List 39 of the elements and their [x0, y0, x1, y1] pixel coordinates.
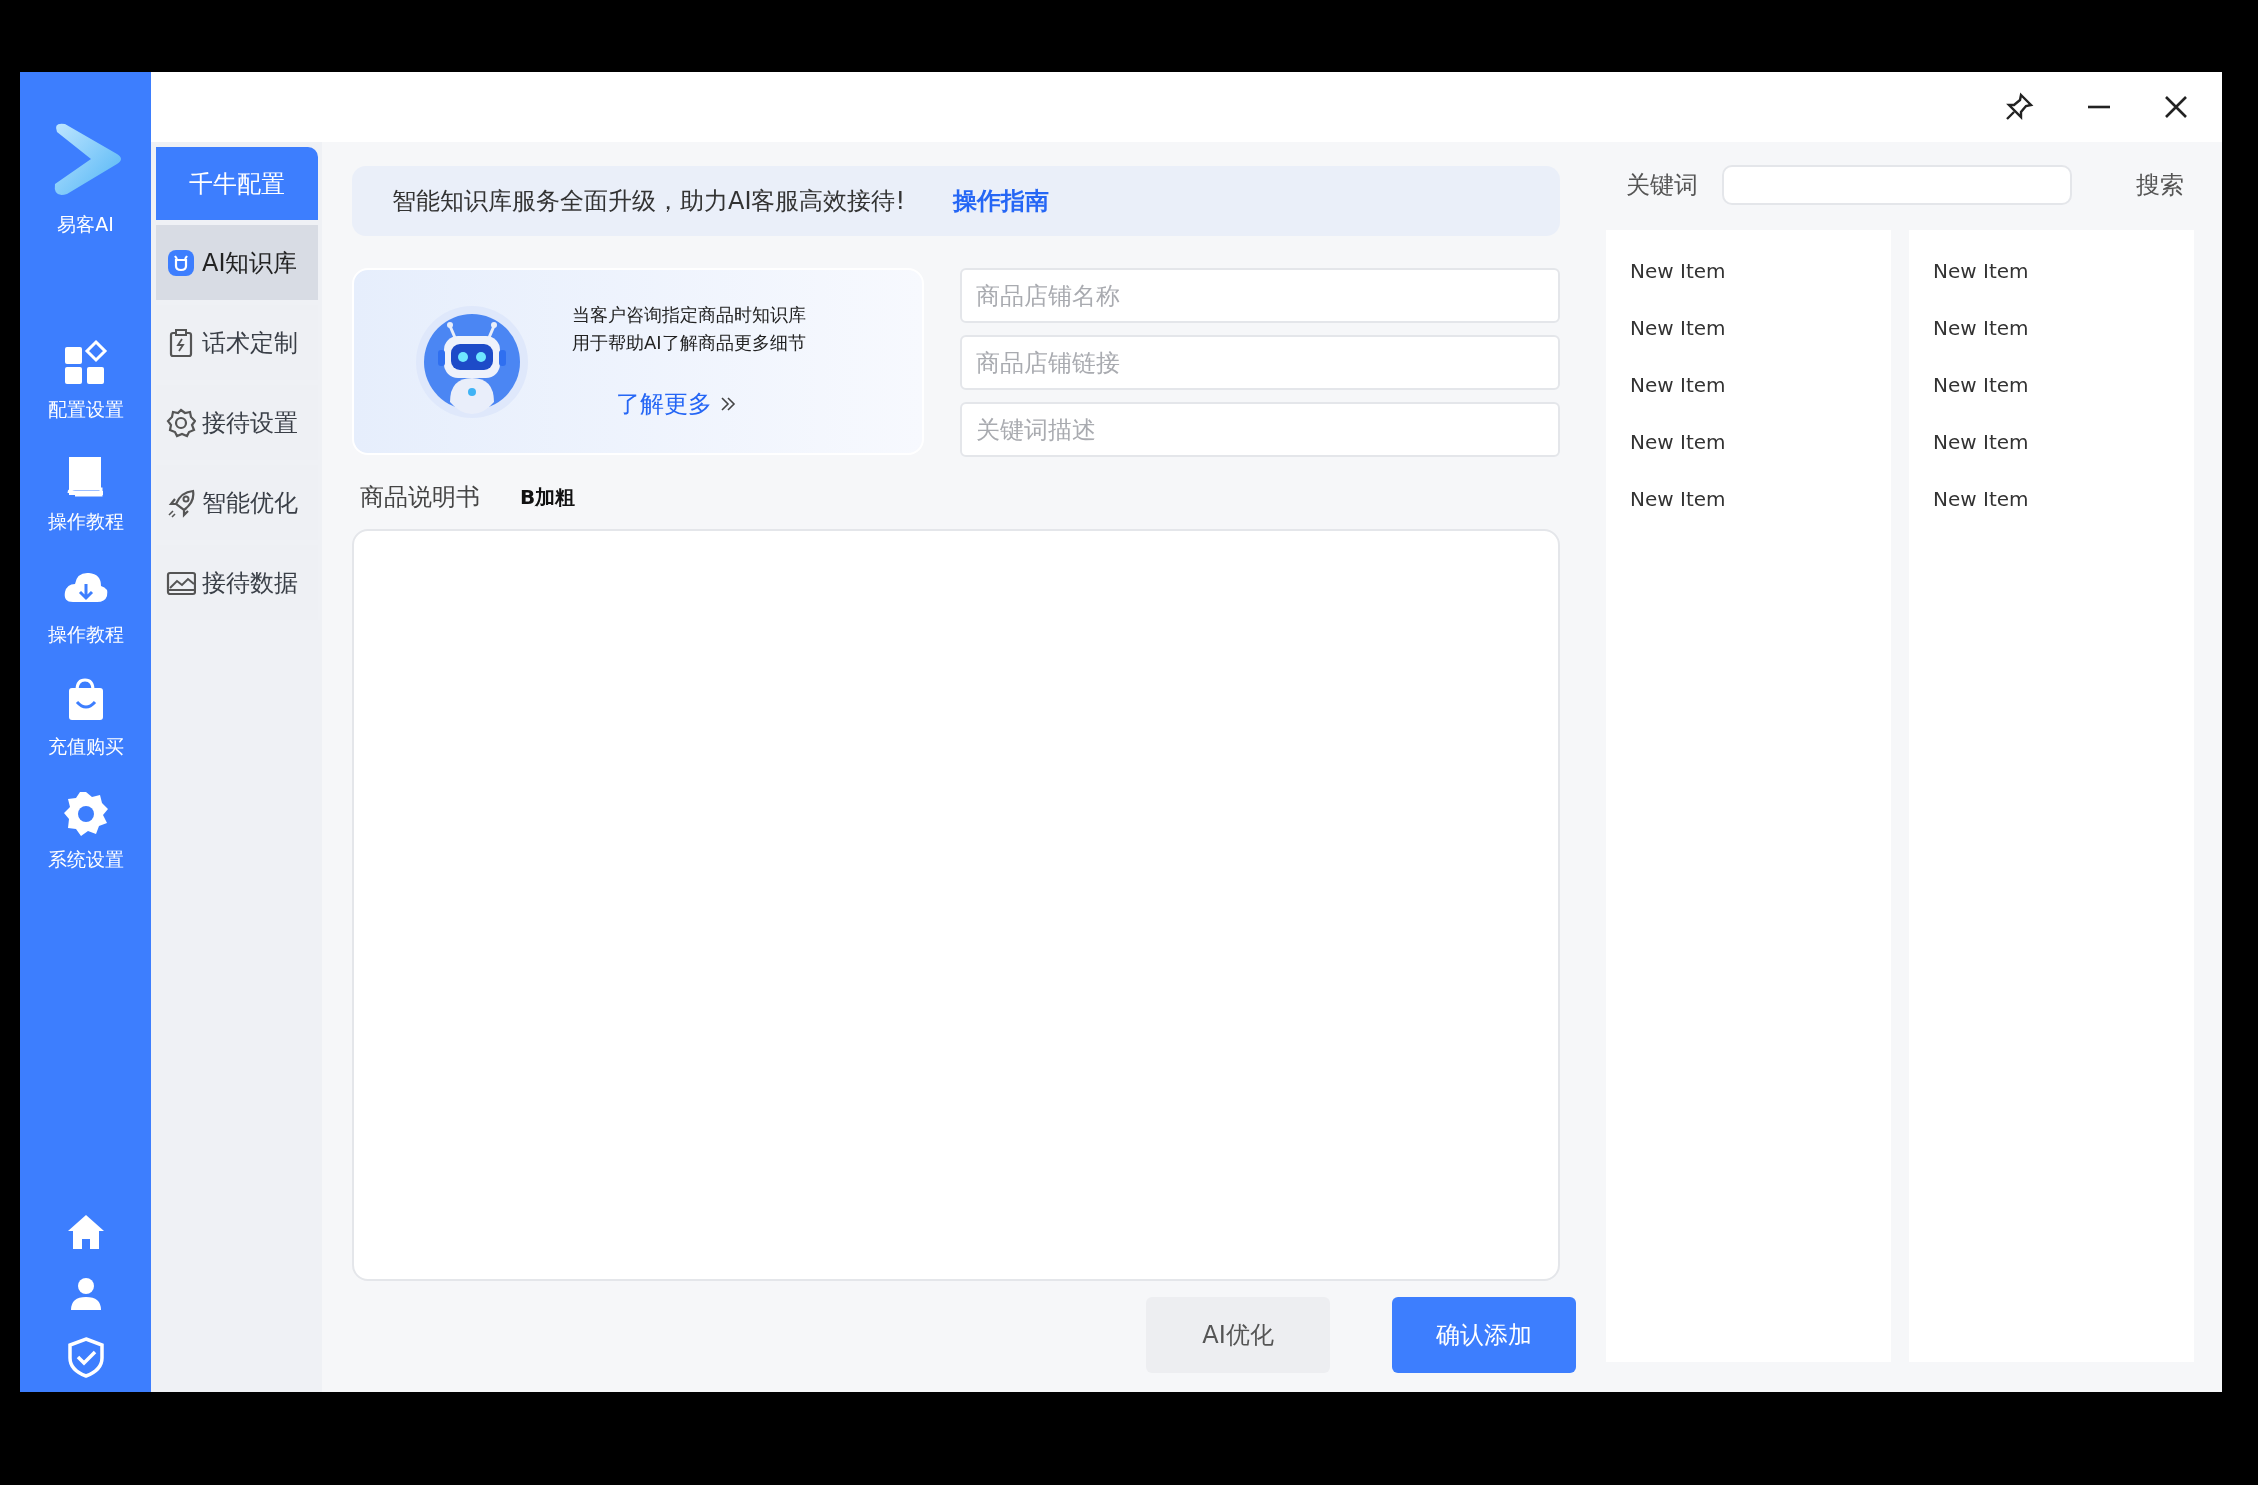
info-text: 当客户咨询指定商品时知识库用于帮助AI了解商品更多细节 — [572, 302, 807, 355]
app-name: 易客AI — [57, 212, 114, 237]
guide-link[interactable]: 操作指南 — [953, 183, 1050, 219]
search-button[interactable]: 搜索 — [2130, 166, 2190, 204]
list-item[interactable]: New Item — [1606, 356, 1891, 413]
list-item[interactable]: New Item — [1909, 413, 2194, 470]
list-item[interactable]: New Item — [1606, 299, 1891, 356]
rail-label[interactable]: 系统设置 — [47, 844, 124, 873]
menu-item[interactable]: AI知识库 — [156, 225, 318, 300]
input-field[interactable]: 关键词描述 — [960, 402, 1560, 457]
input-field[interactable]: 商品店铺链接 — [960, 335, 1560, 390]
double-chevron-icon — [720, 396, 736, 413]
rail-label[interactable]: 充值购买 — [47, 732, 124, 761]
list-item[interactable]: New Item — [1909, 470, 2194, 527]
notice-text: 智能知识库服务全面升级，助力AI客服高效接待! — [392, 186, 906, 217]
rail-label[interactable]: 操作教程 — [47, 619, 124, 648]
rocket-icon — [166, 487, 196, 518]
optimize-button[interactable]: AI优化 — [1146, 1297, 1330, 1373]
close-icon[interactable] — [2164, 95, 2188, 119]
list-item[interactable]: New Item — [1909, 299, 2194, 356]
rail-label[interactable]: 配置设置 — [47, 394, 124, 423]
list-item[interactable]: New Item — [1606, 470, 1891, 527]
editor-label: 商品说明书 — [360, 482, 480, 513]
list-item[interactable]: New Item — [1909, 356, 2194, 413]
gear-icon — [166, 407, 196, 438]
learn-more-link[interactable]: 了解更多 — [616, 386, 812, 423]
list-item[interactable]: New Item — [1909, 242, 2194, 299]
list-item[interactable]: New Item — [1606, 242, 1891, 299]
bold-button[interactable]: B加粗 — [520, 482, 576, 512]
search-field[interactable] — [1722, 165, 2072, 205]
rail-label[interactable]: 操作教程 — [47, 507, 124, 536]
bot-badge-icon — [166, 247, 196, 278]
list-item[interactable]: New Item — [1606, 413, 1891, 470]
shield-check-icon[interactable] — [65, 1336, 106, 1378]
input-field[interactable]: 商品店铺名称 — [960, 268, 1560, 323]
keyword-label: 关键词 — [1626, 170, 1699, 201]
pin-icon[interactable] — [2004, 92, 2034, 122]
confirm-button[interactable]: 确认添加 — [1392, 1297, 1576, 1373]
menu-header-tab[interactable]: 千牛配置 — [156, 147, 318, 220]
